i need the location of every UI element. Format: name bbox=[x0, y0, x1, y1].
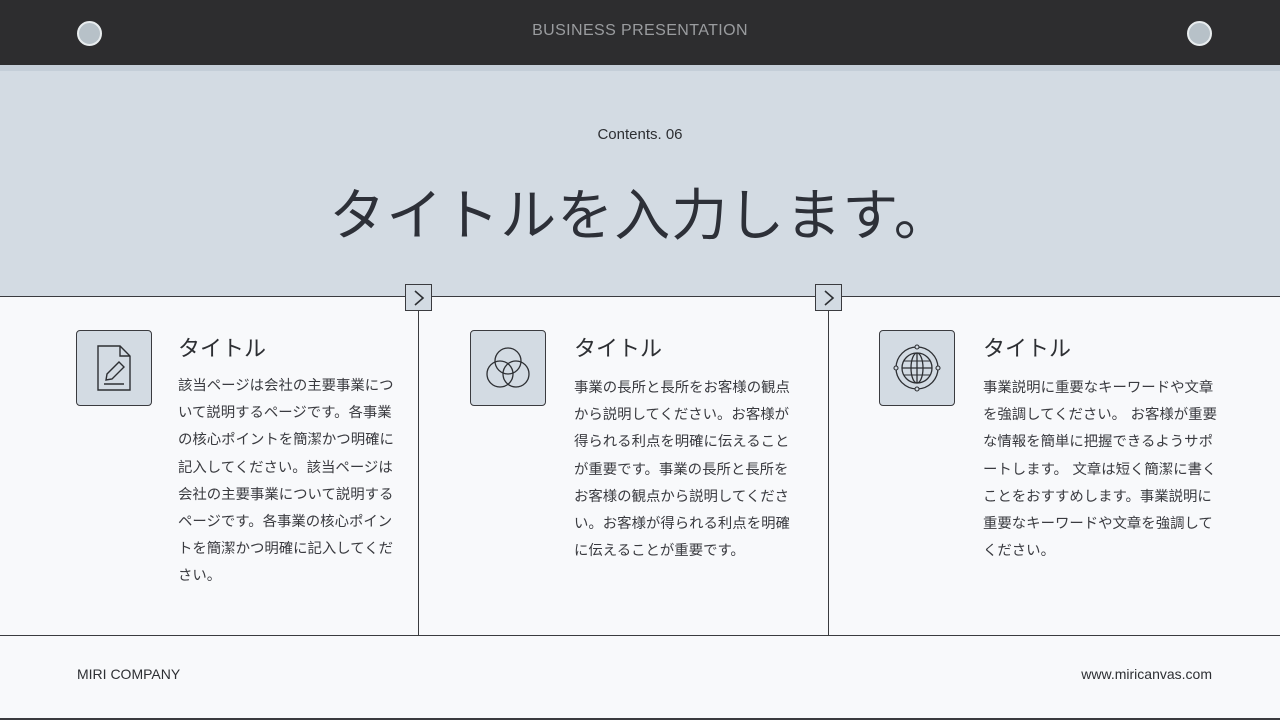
column-text: 事業の長所と長所をお客様の観点 から説明してください。お客様が 得られる利点を明… bbox=[574, 380, 790, 560]
globe-icon bbox=[879, 330, 955, 406]
contents-number: Contents. 06 bbox=[597, 126, 683, 143]
circle-decoration-right bbox=[1187, 21, 1212, 46]
column-title: タイトル bbox=[574, 337, 663, 362]
column-text: 該当ページは会社の主要事業につ いて説明するページです。各事業 の核心ポイントを… bbox=[178, 378, 394, 585]
presentation-label: BUSINESS PRESENTATION bbox=[532, 22, 748, 39]
column-1: タイトル 該当ページは会社の主要事業につ いて説明するページです。各事業 の核心… bbox=[0, 296, 418, 636]
top-bar: BUSINESS PRESENTATION bbox=[0, 0, 1280, 65]
document-edit-icon bbox=[76, 330, 152, 406]
column-title: タイトル bbox=[178, 337, 267, 362]
column-text: 事業説明に重要なキーワードや文章 を強調してください。 お客様が重要 な情報を簡… bbox=[983, 380, 1217, 560]
column-2: タイトル 事業の長所と長所をお客様の観点 から説明してください。お客様が 得られ… bbox=[419, 296, 828, 636]
column-title: タイトル bbox=[983, 337, 1072, 362]
column-3: タイトル 事業説明に重要なキーワードや文章 を強調してください。 お客様が重要 … bbox=[829, 296, 1280, 636]
hero-band: Contents. 06 タイトルを入力します。 bbox=[0, 65, 1280, 296]
page-title: タイトルを入力します。 bbox=[329, 184, 951, 249]
website-link[interactable]: www.miricanvas.com bbox=[1081, 666, 1212, 682]
company-name: MIRI COMPANY bbox=[77, 666, 181, 682]
venn-circles-icon bbox=[470, 330, 546, 406]
